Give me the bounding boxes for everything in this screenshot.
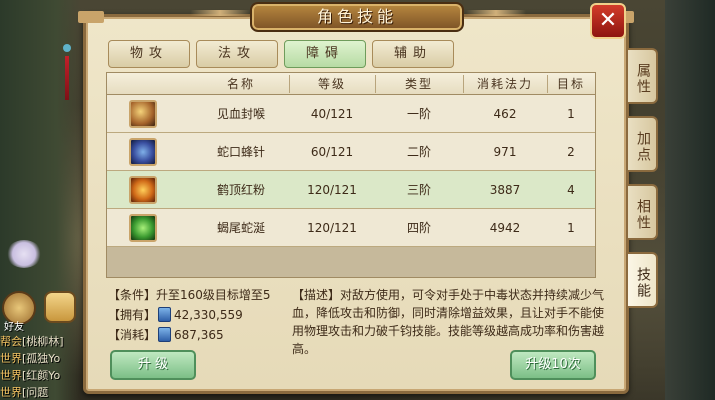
- skill-book-icon: [158, 327, 172, 342]
- skill-book-icon: [158, 307, 172, 322]
- close-icon[interactable]: ✕: [590, 3, 626, 39]
- window-title: 角色技能: [316, 7, 397, 26]
- skill-level: 120/121: [307, 183, 357, 197]
- empty-table-area: [107, 249, 595, 277]
- skill-target: 4: [567, 183, 575, 197]
- upgrade-condition: 【条件】升至160级目标增至5: [108, 288, 271, 302]
- scorpion-tail-icon: [129, 214, 157, 242]
- skill-mana: 3887: [489, 183, 521, 197]
- side-tab-attributes[interactable]: 属性: [628, 48, 658, 104]
- header-mana: 消耗法力: [476, 77, 533, 91]
- header-name: 名称: [226, 77, 255, 91]
- chat-channel-tag: 帮会: [0, 335, 22, 348]
- hanging-ornament: [60, 34, 74, 104]
- skill-level: 60/121: [310, 145, 354, 159]
- upgrade-button[interactable]: 升 级: [110, 350, 196, 380]
- chat-text: [红颜Yo: [22, 369, 61, 382]
- chat-channel-tag: 世界: [0, 352, 22, 365]
- table-row[interactable]: 见血封喉 40/121 一阶 462 1: [107, 95, 595, 133]
- skill-description: 【描述】对敌方使用，可令对手处于中毒状态并持续减少气血，降低攻击和防御，同时清除…: [292, 288, 605, 356]
- chat-channel-tag: 世界: [0, 369, 22, 382]
- skill-type: 二阶: [406, 145, 431, 159]
- upgrade-ten-times-button[interactable]: 升级10次: [510, 350, 596, 380]
- skill-target: 1: [567, 107, 575, 121]
- header-target: 目标: [556, 77, 585, 91]
- skill-mana: 971: [493, 145, 517, 159]
- skill-table: 名称 等级 类型 消耗法力 目标 见血封喉 40/121 一阶 462 1 蛇口…: [106, 72, 596, 278]
- skill-name: 蛇口蜂针: [216, 145, 265, 159]
- crane-powder-icon: [129, 176, 157, 204]
- header-level: 等级: [317, 77, 346, 91]
- cost-points: 【消耗】 687,365: [108, 326, 224, 344]
- table-header: 名称 等级 类型 消耗法力 目标: [107, 73, 595, 95]
- ornament-bead: [63, 44, 71, 52]
- tab-magic-attack[interactable]: 法攻: [196, 40, 278, 68]
- owned-label: 【拥有】: [108, 308, 157, 322]
- tab-support[interactable]: 辅助: [372, 40, 454, 68]
- friend-label: 好友: [4, 322, 24, 333]
- skill-level: 40/121: [310, 107, 354, 121]
- skill-mana: 4942: [489, 221, 521, 235]
- table-row[interactable]: 蝎尾蛇涎 120/121 四阶 4942 1: [107, 209, 595, 247]
- skill-type: 四阶: [406, 221, 431, 235]
- side-tab-affinity[interactable]: 相性: [628, 184, 658, 240]
- chat-channel-tag: 世界: [0, 386, 22, 399]
- chat-text: [桃柳林]: [22, 335, 64, 348]
- chat-bubble-icon[interactable]: [44, 291, 76, 323]
- blood-seal-icon: [129, 100, 157, 128]
- skill-target: 2: [567, 145, 575, 159]
- table-row[interactable]: 蛇口蜂针 60/121 二阶 971 2: [107, 133, 595, 171]
- skill-level: 120/121: [307, 221, 357, 235]
- scenery-right: [665, 0, 715, 400]
- owned-value: 42,330,559: [174, 308, 243, 322]
- skill-name: 鹤顶红粉: [216, 183, 265, 197]
- tab-obstruction[interactable]: 障碍: [284, 40, 366, 68]
- skill-mana: 462: [493, 107, 517, 121]
- title-plate: 角色技能: [250, 2, 464, 32]
- flower-decoration: [6, 240, 42, 268]
- table-row-selected[interactable]: 鹤顶红粉 120/121 三阶 3887 4: [107, 171, 595, 209]
- skill-name: 蝎尾蛇涎: [216, 221, 265, 235]
- header-type: 类型: [404, 77, 433, 91]
- skill-type: 三阶: [406, 183, 431, 197]
- panel-corner-decoration: [78, 11, 104, 23]
- ornament-tassel: [65, 56, 69, 100]
- chat-text: [问题: [22, 386, 49, 399]
- cost-value: 687,365: [174, 328, 224, 342]
- title-ornament-right: [466, 10, 526, 16]
- title-ornament-left: [190, 10, 250, 16]
- skill-type: 一阶: [406, 107, 431, 121]
- snake-needle-icon: [129, 138, 157, 166]
- side-tab-skills[interactable]: 技能: [628, 252, 658, 308]
- owned-points: 【拥有】 42,330,559: [108, 306, 243, 324]
- side-tab-add-points[interactable]: 加点: [628, 116, 658, 172]
- cost-label: 【消耗】: [108, 328, 157, 342]
- chat-text: [孤独Yo: [22, 352, 61, 365]
- skill-target: 1: [567, 221, 575, 235]
- tab-physical-attack[interactable]: 物攻: [108, 40, 190, 68]
- skill-name: 见血封喉: [216, 107, 265, 121]
